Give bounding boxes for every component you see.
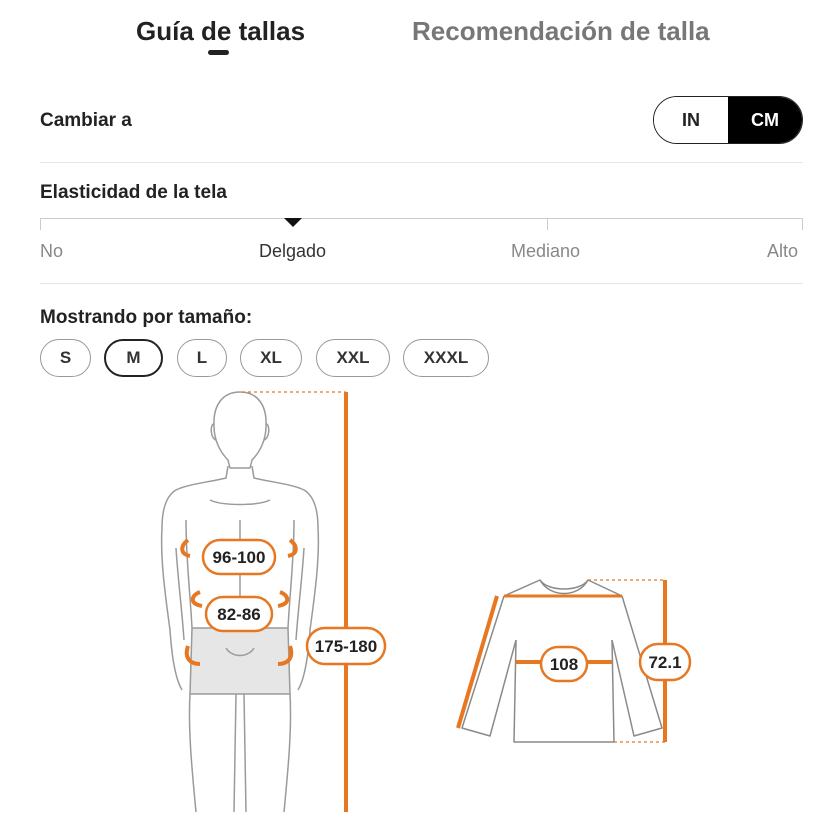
- showing-by-size-label: Mostrando por tamaño:: [40, 307, 253, 328]
- svg-text:82-86: 82-86: [217, 605, 260, 624]
- size-option-xxl[interactable]: XXL: [316, 339, 390, 377]
- unit-option-in[interactable]: IN: [654, 97, 728, 143]
- height-measure-label: 175-180: [305, 626, 387, 666]
- size-option-xxxl[interactable]: XXXL: [403, 339, 489, 377]
- svg-text:72.1: 72.1: [648, 653, 681, 672]
- unit-toggle: IN CM: [653, 96, 803, 144]
- chest-measure-label: 96-100: [201, 538, 277, 576]
- waist-measure-label: 82-86: [204, 595, 274, 633]
- stretch-scale-track: [40, 218, 803, 219]
- size-option-m[interactable]: M: [104, 339, 163, 377]
- stretch-level-medium: Mediano: [511, 241, 581, 261]
- svg-text:96-100: 96-100: [213, 548, 266, 567]
- shirt-length-label: 72.1: [638, 642, 692, 682]
- svg-text:108: 108: [550, 655, 578, 674]
- tab-size-recommendation[interactable]: Recomendación de talla: [412, 16, 710, 47]
- size-option-s[interactable]: S: [40, 339, 91, 377]
- unit-switch-row: Cambiar a IN CM: [40, 96, 803, 144]
- stretch-level-high: Alto: [767, 241, 799, 261]
- fabric-stretch-title: Elasticidad de la tela: [40, 182, 227, 203]
- divider: [40, 283, 803, 284]
- stretch-tick: [802, 218, 803, 230]
- size-illustration: 96-100 82-86 175-180 108 72.1: [160, 391, 692, 813]
- stretch-level-thin: Delgado: [259, 241, 327, 261]
- svg-text:175-180: 175-180: [315, 637, 377, 656]
- size-option-l[interactable]: L: [177, 339, 227, 377]
- active-tab-indicator: [208, 50, 229, 55]
- unit-switch-label: Cambiar a: [40, 110, 132, 131]
- stretch-selected-pointer: [284, 218, 302, 227]
- tab-size-guide[interactable]: Guía de tallas: [136, 16, 305, 47]
- tab-bar: Guía de tallas Recomendación de talla: [0, 0, 831, 70]
- unit-option-cm[interactable]: CM: [728, 97, 802, 143]
- size-option-xl[interactable]: XL: [240, 339, 302, 377]
- shirt-chest-label: 108: [539, 645, 589, 683]
- stretch-tick: [40, 218, 41, 230]
- stretch-tick: [547, 218, 548, 230]
- divider: [40, 162, 803, 163]
- shirt-sleeve-line: [456, 595, 499, 729]
- stretch-level-no: No: [40, 241, 64, 261]
